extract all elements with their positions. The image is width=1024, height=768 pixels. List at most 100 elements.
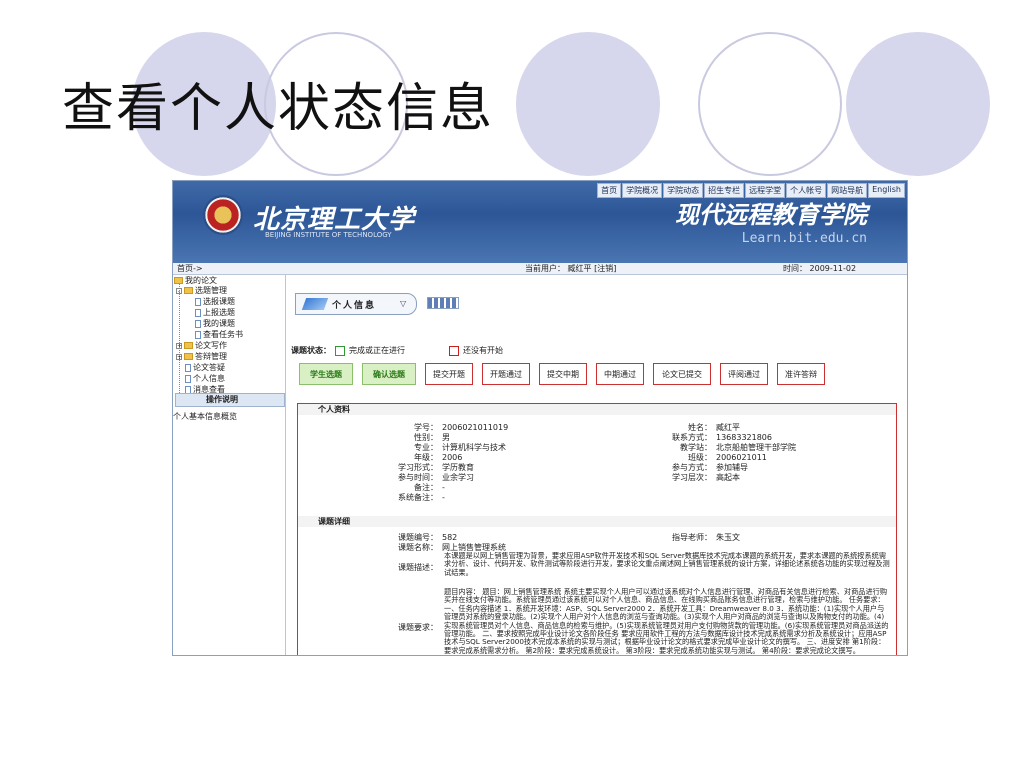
bars-icon [427,297,459,309]
field-label: 学习层次： [672,473,712,482]
field-label: 系统备注： [398,493,438,502]
done-swatch-icon [335,345,345,356]
sidebar-item-topic-mgmt[interactable]: - 选题管理 [176,285,227,296]
todo-swatch-icon [449,345,459,356]
field-level: 学习层次： 高起本 [648,472,740,483]
top-nav-about[interactable]: 学院概况 [622,183,663,198]
top-nav-english[interactable]: English [868,183,905,198]
topic-requirements: 题目内容： 题目：网上销售管理系统 系统主要实现个人用户可以通过该系统对个人信息… [444,588,889,654]
step-defense-allowed: 准许答辩 [777,363,825,385]
legend-todo: 还没有开始 [463,346,503,355]
sidebar-item-label: 论文写作 [195,341,227,350]
step-midterm-passed: 中期通过 [596,363,644,385]
section-profile: 个人资料 [298,404,896,415]
sidebar-item-label: 论文答疑 [193,363,225,372]
topic-description: 本课题是以网上销售管理为背景，要求应用ASP软件开发技术和SQL Server数… [444,552,890,577]
collapse-icon[interactable]: - [176,287,182,294]
section-topic-title: 课题详细 [318,517,350,526]
step-thesis-submitted: 论文已提交 [653,363,711,385]
sidebar-item-label: 个人信息 [193,374,225,383]
expand-icon[interactable]: + [176,342,182,349]
field-value: 2006021011 [716,453,767,462]
main-content: 个人信息 ▽ 课题状态： 完成或正在进行 还没有开始 学生选题 确认选题 提交开… [287,275,907,655]
progress-steps: 学生选题 确认选题 提交开题 开题通过 提交中期 中期通过 论文已提交 评阅通过… [299,363,825,385]
sidebar-note: 个人基本信息概览 [173,412,237,421]
field-label: 课题名称： [398,543,438,552]
sidebar-item-writing[interactable]: + 论文写作 [176,340,227,351]
date-label: 时间： 2009-11-02 [783,264,857,273]
status-label: 课题状态： [291,346,331,355]
current-user[interactable]: 当前用户： 臧红平 [注销] [525,263,616,274]
tab-instructions[interactable]: 操作说明 [175,393,285,407]
arrow-icon [301,298,329,310]
field-label: 指导老师： [672,533,712,542]
folder-icon [174,277,183,284]
expand-icon[interactable]: + [176,353,182,360]
field-value: 13683321806 [716,433,772,442]
sidebar-item-task-book[interactable]: 查看任务书 [195,329,243,340]
field-value: 2006 [442,453,463,462]
decor-circle-3 [516,32,660,176]
sidebar-item-submit-topic[interactable]: 上报选题 [195,307,235,318]
field-value: 高起本 [716,473,740,482]
step-confirm-topic: 确认选题 [362,363,416,385]
sidebar-item-my-topic[interactable]: 我的课题 [195,318,235,329]
sidebar-item-personal-info[interactable]: 个人信息 [185,373,225,384]
breadcrumb[interactable]: 首页-> [177,263,203,274]
field-advisor: 指导老师： 朱玉文 [648,532,740,543]
slide-title: 查看个人状态信息 [62,79,495,139]
page-icon [185,363,191,372]
sidebar-item-defense[interactable]: + 答辩管理 [176,351,227,362]
site-header: 首页 学院概况 学院动态 招生专栏 远程学堂 个人帐号 网站导航 English… [173,181,907,263]
decor-circle-5 [846,32,990,176]
field-value: - [442,493,445,502]
step-submit-opening: 提交开题 [425,363,473,385]
page-icon [195,308,201,317]
status-legend: 课题状态： 完成或正在进行 还没有开始 [291,345,503,356]
field-label: 课题描述： [398,563,438,572]
field-label: 课题要求： [398,623,438,632]
university-logo-icon [203,195,243,235]
field-value: - [442,483,445,492]
sidebar-item-label: 选报课题 [203,297,235,306]
field-value: 582 [442,533,458,542]
field-desc-label: 课题描述： [378,562,438,573]
folder-icon [184,287,193,294]
step-opening-passed: 开题通过 [482,363,530,385]
sidebar-item-qa[interactable]: 论文答疑 [185,362,225,373]
field-value: 朱玉文 [716,533,740,542]
school-url: Learn.bit.edu.cn [741,231,867,246]
university-name-en: BEIJING INSTITUTE OF TECHNOLOGY [265,231,392,239]
decor-circle-4 [698,32,842,176]
step-select-topic: 学生选题 [299,363,353,385]
screenshot: 首页 学院概况 学院动态 招生专栏 远程学堂 个人帐号 网站导航 English… [172,180,908,656]
sidebar-item-select-topic[interactable]: 选报课题 [195,296,235,307]
page-icon [195,297,201,306]
legend-done: 完成或正在进行 [349,346,405,355]
sidebar-item-label: 我的课题 [203,319,235,328]
section-profile-title: 个人资料 [318,405,350,414]
sidebar-item-label: 选题管理 [195,286,227,295]
folder-icon [184,342,193,349]
step-submit-midterm: 提交中期 [539,363,587,385]
page-icon [195,330,201,339]
page-icon [195,319,201,328]
step-review-passed: 评阅通过 [720,363,768,385]
sidebar-item-label: 上报选题 [203,308,235,317]
field-value: 业余学习 [442,473,474,482]
tab-label: 个人信息 [332,301,377,311]
tab-personal-info[interactable]: 个人信息 ▽ [295,293,417,315]
sidebar-item-label: 答辩管理 [195,352,227,361]
chevron-down-icon[interactable]: ▽ [400,299,406,308]
field-system-remark: 系统备注： - [378,492,445,503]
page-icon [185,374,191,383]
folder-icon [184,353,193,360]
info-panel: 个人资料 学号： 2006021011019 性别：男 专业： 计算机科学与技术 年… [297,403,897,655]
sidebar-item-label: 查看任务书 [203,330,243,339]
section-topic: 课题详细 [298,516,896,527]
school-name: 现代远程教育学院 [675,200,867,229]
top-nav-home[interactable]: 首页 [597,183,622,198]
field-value: 2006021011019 [442,423,509,432]
status-bar: 首页-> 当前用户： 臧红平 [注销] 时间： 2009-11-02 [173,263,907,275]
sidebar: 我的论文 - 选题管理 选报课题 上报选题 我的课题 查看任务书 + 论文写作 + 答… [173,275,286,655]
